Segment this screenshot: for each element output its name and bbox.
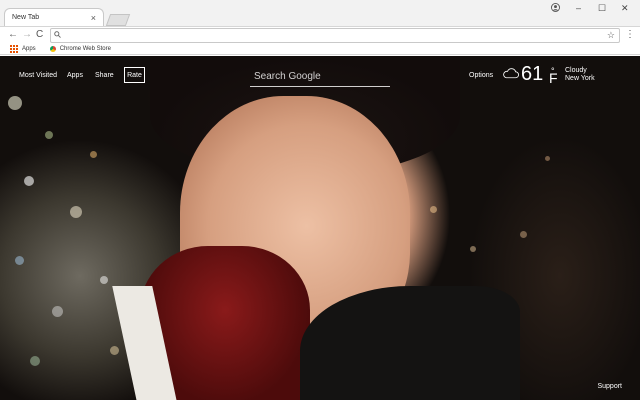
back-arrow-icon[interactable]: ← (8, 27, 18, 43)
browser-window: New Tab × – ☐ ✕ ← → C ☆ ⋮ Apps Chrome We… (0, 0, 640, 400)
bookmark-label: Apps (22, 45, 36, 52)
close-window-icon[interactable]: ✕ (621, 3, 629, 14)
bookmark-label: Chrome Web Store (59, 45, 111, 52)
reload-icon[interactable]: C (36, 27, 43, 43)
support-link[interactable]: Support (597, 383, 622, 390)
tab-new-tab[interactable]: New Tab × (4, 8, 104, 26)
bookmark-apps[interactable]: Apps (10, 44, 36, 53)
forward-arrow-icon[interactable]: → (22, 27, 32, 43)
maximize-icon[interactable]: ☐ (598, 3, 606, 14)
bookmark-star-icon[interactable]: ☆ (607, 29, 615, 42)
menu-icon[interactable]: ⋮ (625, 27, 635, 43)
rate-button[interactable]: Rate (124, 67, 145, 83)
bookmarks-bar: Apps Chrome Web Store (0, 43, 640, 55)
tab-title: New Tab (12, 14, 40, 21)
minimize-icon[interactable]: – (576, 3, 581, 13)
bookmark-chrome-web-store[interactable]: Chrome Web Store (49, 45, 111, 52)
weather-location: New York (565, 75, 595, 82)
most-visited-link[interactable]: Most Visited (19, 72, 57, 79)
search-icon (54, 29, 61, 42)
weather-details: Cloudy New York (565, 67, 595, 83)
search-google-field[interactable] (250, 68, 390, 87)
background-photo (0, 56, 640, 400)
chrome-store-icon (49, 45, 56, 52)
temperature-unit: F (549, 70, 558, 86)
tab-close-icon[interactable]: × (91, 13, 96, 23)
weather-temperature: 61 (521, 63, 544, 85)
address-bar[interactable]: ☆ (50, 28, 620, 43)
apps-grid-icon (10, 44, 18, 53)
browser-toolbar: ← → C ☆ ⋮ (0, 26, 640, 43)
share-link[interactable]: Share (95, 72, 114, 79)
weather-condition: Cloudy (565, 67, 587, 74)
new-tab-page: Most Visited Apps Share Rate Options 61 … (0, 56, 640, 400)
cloud-icon (502, 68, 519, 82)
new-tab-button[interactable] (105, 14, 131, 26)
account-circle-icon[interactable] (551, 3, 560, 14)
tab-strip: New Tab × – ☐ ✕ (0, 0, 640, 26)
apps-link[interactable]: Apps (67, 72, 83, 79)
options-link[interactable]: Options (469, 72, 493, 79)
search-google-input[interactable] (250, 68, 390, 84)
